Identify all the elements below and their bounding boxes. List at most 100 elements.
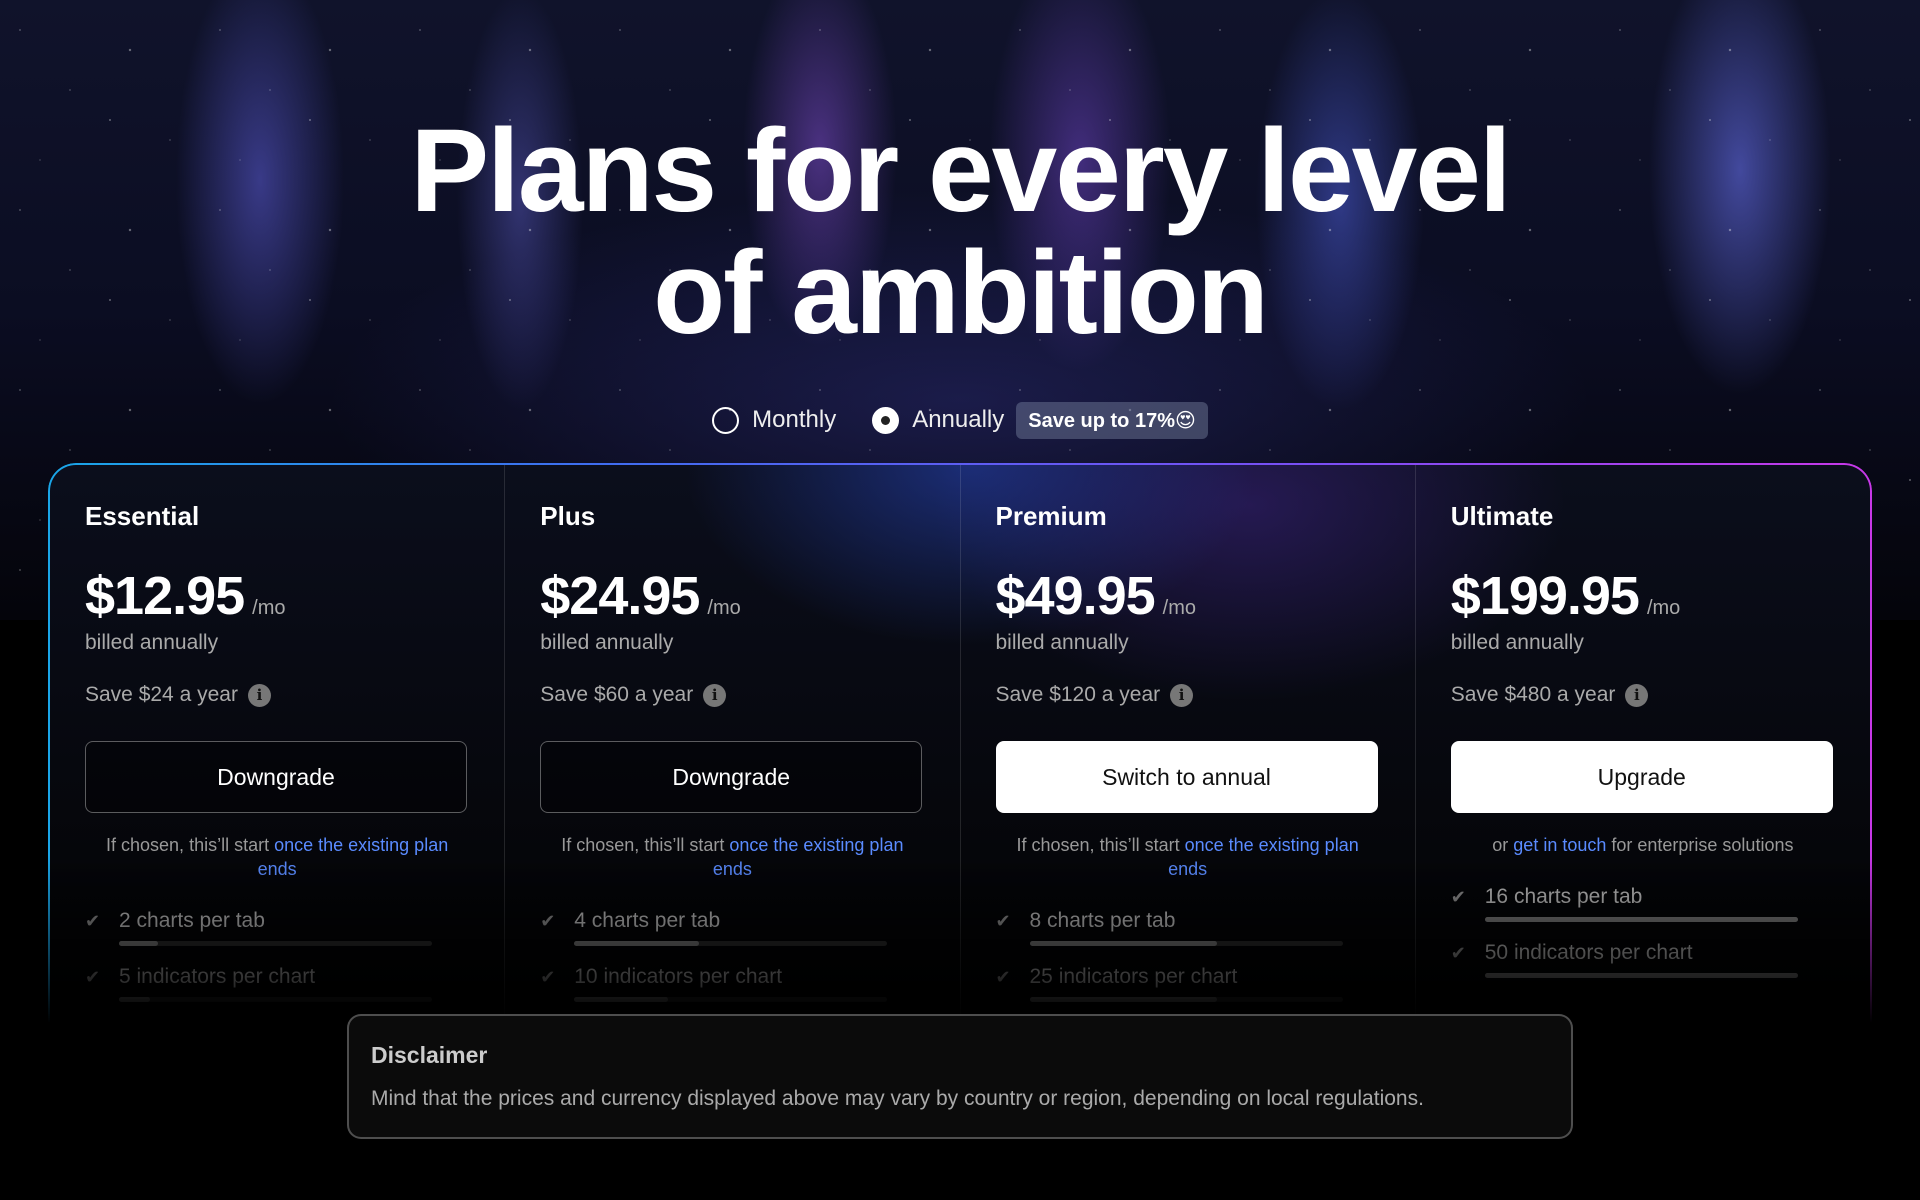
feature-level-fill xyxy=(119,941,159,946)
plan-name: Essential xyxy=(85,501,200,531)
feature-list: ✔ 16 charts per tab ✔ 50 indicators per … xyxy=(1450,883,1835,978)
feature-level-fill xyxy=(1029,997,1218,1002)
note-prefix: If chosen, this’ll start xyxy=(106,835,275,855)
savings-row: Save $120 a year i xyxy=(996,683,1380,707)
plan-name: Ultimate xyxy=(1450,501,1554,531)
plan-name: Premium xyxy=(995,501,1107,531)
feature-level-bar xyxy=(574,997,888,1002)
feature-text: 16 charts per tab xyxy=(1484,885,1643,908)
feature-item: ✔ 50 indicators per chart xyxy=(1451,939,1835,978)
price-row: $12.95 /mo xyxy=(85,565,469,627)
monthly-label: Monthly xyxy=(752,406,837,433)
plan-note: If chosen, this’ll start once the existi… xyxy=(85,833,469,881)
check-icon: ✔ xyxy=(995,966,1011,987)
disclaimer-title: Disclaimer xyxy=(371,1042,488,1068)
feature-level-fill xyxy=(1029,941,1218,946)
feature-text: 5 indicators per chart xyxy=(119,965,316,988)
page-title: Plans for every level of ambition xyxy=(0,110,1920,354)
note-prefix: or xyxy=(1492,835,1514,855)
plan-price: $49.95 xyxy=(995,566,1156,626)
plan-card-essential: Essential $12.95 /mo billed annually Sav… xyxy=(50,465,506,1023)
radio-monthly[interactable] xyxy=(712,406,740,434)
note-link[interactable]: once the existing plan ends xyxy=(258,835,449,879)
page-title-line-2: of ambition xyxy=(653,227,1269,359)
feature-item: ✔ 8 charts per tab xyxy=(995,907,1380,946)
plan-note: or get in touch for enterprise solutions xyxy=(1451,833,1835,857)
plan-name: Plus xyxy=(540,501,596,531)
savings-text: Save $24 a year xyxy=(85,683,238,706)
price-row: $24.95 /mo xyxy=(540,565,924,627)
check-icon: ✔ xyxy=(85,966,101,987)
page-title-line-1: Plans for every level xyxy=(410,105,1511,237)
feature-level-fill xyxy=(119,997,151,1002)
feature-text: 25 indicators per chart xyxy=(1029,965,1238,988)
plan-note: If chosen, this’ll start once the existi… xyxy=(996,833,1380,881)
feature-item: ✔ 16 charts per tab xyxy=(1450,883,1835,922)
info-icon[interactable]: i xyxy=(1625,683,1649,707)
check-icon: ✔ xyxy=(540,910,556,931)
info-icon[interactable]: i xyxy=(247,683,271,707)
note-suffix: for enterprise solutions xyxy=(1606,835,1794,855)
feature-level-bar xyxy=(1484,973,1798,978)
billing-option-annually[interactable]: Annually xyxy=(872,406,1004,434)
feature-level-bar xyxy=(119,997,432,1002)
price-period: /mo xyxy=(1162,597,1197,619)
feature-text: 8 charts per tab xyxy=(1029,909,1176,932)
plan-price: $199.95 xyxy=(1450,566,1640,626)
feature-level-fill xyxy=(574,941,700,946)
price-period: /mo xyxy=(1646,597,1681,619)
check-icon: ✔ xyxy=(540,966,556,987)
feature-level-bar xyxy=(1484,917,1798,922)
savings-text: Save $480 a year xyxy=(1450,683,1616,706)
plan-card-ultimate: Ultimate $199.95 /mo billed annually Sav… xyxy=(1416,465,1870,1023)
plan-price: $24.95 xyxy=(540,566,700,626)
plan-cta-button[interactable]: Upgrade xyxy=(1450,741,1833,813)
price-row: $49.95 /mo xyxy=(996,565,1380,627)
feature-list: ✔ 4 charts per tab ✔ 10 indicators per c… xyxy=(540,907,924,1002)
feature-text: 4 charts per tab xyxy=(574,909,721,932)
feature-list: ✔ 8 charts per tab ✔ 25 indicators per c… xyxy=(995,907,1380,1002)
feature-level-bar xyxy=(574,941,888,946)
plans-container: Essential $12.95 /mo billed annually Sav… xyxy=(48,463,1872,1023)
price-row: $199.95 /mo xyxy=(1451,565,1835,627)
plan-price: $12.95 xyxy=(85,566,245,626)
plans-grid: Essential $12.95 /mo billed annually Sav… xyxy=(50,465,1870,1023)
savings-text: Save $120 a year xyxy=(995,683,1161,706)
feature-item: ✔ 2 charts per tab xyxy=(85,907,469,946)
billing-note: billed annually xyxy=(85,631,219,654)
info-icon[interactable]: i xyxy=(703,683,727,707)
save-badge: Save up to 17%😍 xyxy=(1016,401,1208,439)
feature-level-bar xyxy=(1029,997,1343,1002)
check-icon: ✔ xyxy=(85,910,101,931)
note-link[interactable]: once the existing plan ends xyxy=(1168,835,1359,879)
note-prefix: If chosen, this’ll start xyxy=(561,835,730,855)
billing-note: billed annually xyxy=(995,631,1129,654)
disclaimer-box: Disclaimer Mind that the prices and curr… xyxy=(347,1014,1573,1139)
feature-level-fill xyxy=(1484,973,1798,978)
price-period: /mo xyxy=(707,597,741,619)
feature-text: 10 indicators per chart xyxy=(574,965,783,988)
annually-label: Annually xyxy=(912,406,1005,433)
billing-note: billed annually xyxy=(540,631,674,654)
feature-text: 50 indicators per chart xyxy=(1484,941,1693,964)
note-link[interactable]: once the existing plan ends xyxy=(713,835,904,879)
plan-cta-button[interactable]: Switch to annual xyxy=(995,741,1378,813)
plan-note: If chosen, this’ll start once the existi… xyxy=(540,833,924,881)
feature-item: ✔ 5 indicators per chart xyxy=(85,963,469,1002)
check-icon: ✔ xyxy=(1450,886,1466,907)
plan-cta-button[interactable]: Downgrade xyxy=(85,741,467,813)
billing-note: billed annually xyxy=(1450,631,1584,654)
radio-annually[interactable] xyxy=(872,406,900,434)
plan-card-premium: Premium $49.95 /mo billed annually Save … xyxy=(961,465,1416,1023)
check-icon: ✔ xyxy=(995,910,1011,931)
info-icon[interactable]: i xyxy=(1170,683,1194,707)
savings-row: Save $60 a year i xyxy=(540,683,924,707)
feature-item: ✔ 10 indicators per chart xyxy=(540,963,924,1002)
note-prefix: If chosen, this’ll start xyxy=(1016,835,1185,855)
billing-period-toggle: Monthly Annually Save up to 17%😍 xyxy=(0,400,1920,440)
note-link[interactable]: get in touch xyxy=(1513,835,1606,855)
billing-option-monthly[interactable]: Monthly xyxy=(712,406,836,434)
plan-cta-button[interactable]: Downgrade xyxy=(540,741,923,813)
feature-level-bar xyxy=(119,941,432,946)
feature-list: ✔ 2 charts per tab ✔ 5 indicators per ch… xyxy=(85,907,469,1002)
